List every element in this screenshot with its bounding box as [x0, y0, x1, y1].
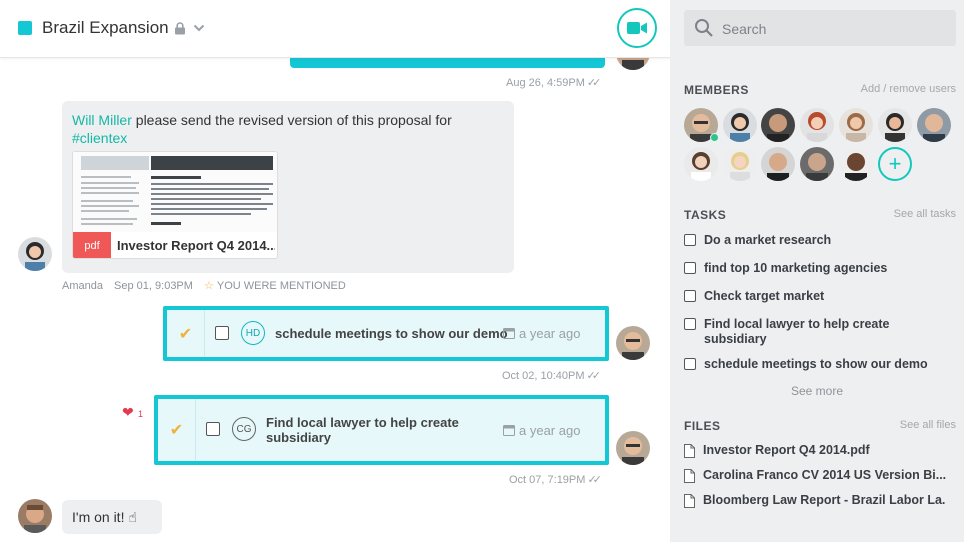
online-status-icon: [710, 133, 719, 142]
message-meta: Amanda Sep 01, 9:03PM ☆ YOU WERE MENTIONE…: [62, 279, 362, 292]
task-due: a year ago: [503, 423, 580, 438]
message-timestamp: Sep 01, 9:03PM: [114, 280, 193, 292]
message-author[interactable]: Amanda: [62, 280, 103, 292]
member-avatar[interactable]: [723, 108, 757, 142]
sidebar-task-item[interactable]: Check target market: [684, 289, 934, 304]
add-member-button[interactable]: +: [878, 147, 912, 181]
message-bubble[interactable]: I'm on it! ☝: [62, 500, 162, 534]
video-call-button[interactable]: [617, 8, 657, 48]
member-avatar[interactable]: [839, 147, 873, 181]
checkmark-icon: ✔: [178, 325, 193, 343]
sidebar-file-item[interactable]: Carolina Franco CV 2014 US Version Bi...: [684, 468, 946, 483]
avatar-amanda[interactable]: [18, 237, 52, 271]
sidebar-task-item[interactable]: find top 10 marketing agencies: [684, 261, 934, 276]
assignee-avatar[interactable]: CG: [232, 417, 256, 441]
see-more-tasks-link[interactable]: See more: [670, 384, 964, 398]
member-avatar[interactable]: [684, 147, 718, 181]
task-checkbox[interactable]: [206, 422, 220, 436]
right-sidebar: Search MEMBERS Add / remove users + TASK…: [670, 0, 964, 542]
task-due: a year ago: [503, 326, 580, 341]
lock-icon: [175, 22, 185, 35]
hashtag-link[interactable]: #clientex: [72, 130, 127, 146]
sidebar-file-item[interactable]: Investor Report Q4 2014.pdf: [684, 443, 946, 458]
user-mention[interactable]: Will Miller: [72, 112, 132, 128]
tasks-title: TASKS: [684, 208, 727, 222]
members-title: MEMBERS: [684, 83, 749, 97]
sidebar-task-item[interactable]: Do a market research: [684, 233, 934, 248]
mention-indicator: ☆ YOU WERE MENTIONED: [204, 280, 346, 292]
member-avatar[interactable]: [761, 108, 795, 142]
files-title: FILES: [684, 419, 721, 433]
member-avatar[interactable]: [878, 108, 912, 142]
avatar[interactable]: [616, 326, 650, 360]
sidebar-task-item[interactable]: Find local lawyer to help create subsidi…: [684, 317, 934, 347]
chat-pane: Aug 26, 4:59PM ✓✓ Brazil Expansion Will M…: [0, 0, 670, 542]
message-timestamp: Oct 07, 7:19PM ✓✓: [509, 474, 602, 486]
task-checkbox[interactable]: [684, 234, 696, 246]
task-checkbox[interactable]: [684, 318, 696, 330]
channel-title[interactable]: Brazil Expansion: [42, 18, 169, 38]
add-remove-users-link[interactable]: Add / remove users: [861, 83, 956, 95]
channel-header: Brazil Expansion: [0, 0, 670, 58]
member-avatar[interactable]: [917, 108, 951, 142]
member-avatar[interactable]: [839, 108, 873, 142]
document-preview: [73, 152, 277, 232]
task-checkbox[interactable]: [684, 358, 696, 370]
message-bubble[interactable]: Will Miller please send the revised vers…: [62, 101, 514, 273]
message-timestamp: Aug 26, 4:59PM ✓✓: [506, 77, 602, 89]
assignee-avatar[interactable]: HD: [241, 321, 265, 345]
video-camera-icon: [627, 22, 647, 34]
file-attachment[interactable]: pdf Investor Report Q4 2014....: [72, 151, 278, 259]
file-icon: [684, 468, 695, 483]
avatar[interactable]: [18, 499, 52, 533]
avatar[interactable]: [616, 431, 650, 465]
see-all-tasks-link[interactable]: See all tasks: [894, 208, 956, 220]
task-complete-toggle[interactable]: ✔: [167, 310, 205, 357]
checkmark-icon: ✔: [169, 422, 184, 439]
message-text: Will Miller please send the revised vers…: [72, 112, 452, 146]
member-avatar[interactable]: [761, 147, 795, 181]
chevron-down-icon[interactable]: [193, 23, 205, 33]
calendar-icon: [503, 328, 515, 339]
file-icon: [684, 443, 695, 458]
see-all-files-link[interactable]: See all files: [900, 419, 956, 431]
plus-icon: +: [888, 151, 902, 176]
search-icon: [695, 19, 713, 37]
member-avatar[interactable]: [800, 108, 834, 142]
task-complete-toggle[interactable]: ✔: [158, 399, 196, 461]
pdf-file-icon: pdf: [73, 232, 111, 258]
member-avatar[interactable]: [723, 147, 757, 181]
search-box[interactable]: Search: [684, 10, 956, 46]
search-placeholder: Search: [722, 21, 767, 37]
file-icon: [684, 493, 695, 508]
sidebar-task-item[interactable]: schedule meetings to show our demo: [684, 357, 934, 372]
channel-color-icon: [18, 21, 32, 35]
attachment-filename[interactable]: Investor Report Q4 2014....: [117, 238, 275, 253]
task-title[interactable]: Find local lawyer to help create subsidi…: [266, 415, 466, 445]
star-icon: ☆: [204, 280, 214, 292]
task-card[interactable]: ✔ HD schedule meetings to show our demo …: [163, 306, 609, 361]
sidebar-file-item[interactable]: Bloomberg Law Report - Brazil Labor La..…: [684, 493, 946, 508]
task-title[interactable]: schedule meetings to show our demo: [275, 326, 508, 341]
task-checkbox[interactable]: [215, 326, 229, 340]
task-checkbox[interactable]: [684, 262, 696, 274]
task-card[interactable]: ✔ CG Find local lawyer to help create su…: [154, 395, 609, 465]
task-checkbox[interactable]: [684, 290, 696, 302]
message-timestamp: Oct 02, 10:40PM ✓✓: [502, 370, 601, 382]
member-avatar[interactable]: [800, 147, 834, 181]
reaction-count: 1: [138, 409, 144, 419]
heart-reaction-icon[interactable]: ❤: [122, 404, 134, 421]
calendar-icon: [503, 425, 515, 436]
